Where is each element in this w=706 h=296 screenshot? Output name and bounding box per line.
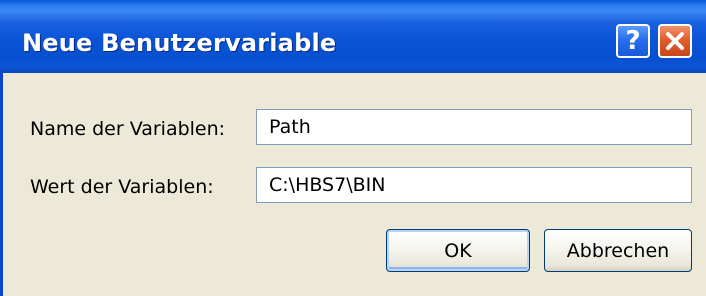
variable-value-label: Wert der Variablen: [30, 176, 214, 198]
help-button[interactable]: ? [616, 24, 650, 58]
close-button[interactable] [658, 24, 692, 58]
ok-button[interactable]: OK [386, 229, 530, 272]
help-icon: ? [625, 26, 641, 56]
cancel-button[interactable]: Abbrechen [544, 229, 692, 272]
variable-value-input[interactable]: C:\HBS7\BIN [256, 167, 692, 203]
title-bar[interactable]: Neue Benutzervariable ? [0, 0, 706, 73]
variable-name-input[interactable]: Path [256, 109, 692, 145]
close-icon [666, 32, 684, 50]
dialog-title: Neue Benutzervariable [22, 29, 337, 57]
variable-name-label: Name der Variablen: [30, 118, 226, 140]
dialog-window: Neue Benutzervariable ? Name der Variabl… [0, 0, 706, 296]
